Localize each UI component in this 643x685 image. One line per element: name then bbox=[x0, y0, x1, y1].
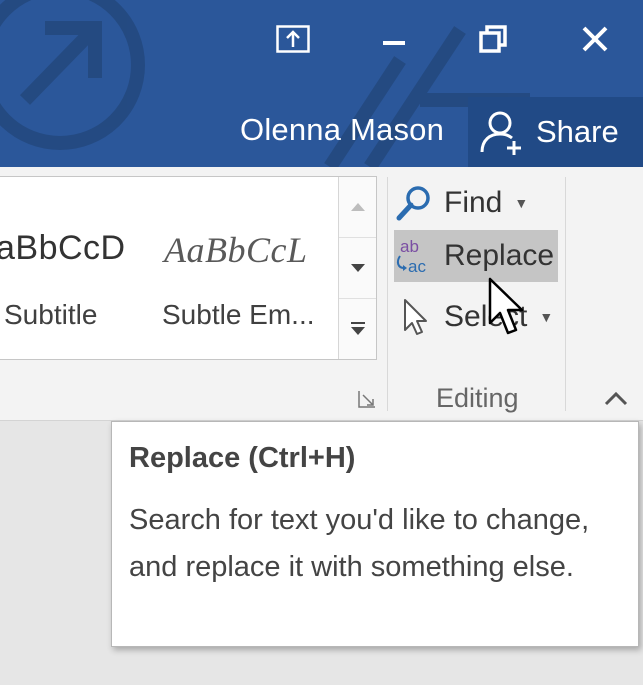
svg-text:ac: ac bbox=[408, 257, 426, 276]
share-button[interactable]: Share bbox=[468, 97, 643, 167]
find-label: Find bbox=[444, 186, 503, 219]
user-name[interactable]: Olenna Mason bbox=[240, 112, 444, 148]
find-magnifier-icon bbox=[394, 183, 434, 223]
replace-label: Replace bbox=[444, 239, 555, 272]
select-pointer-icon bbox=[394, 297, 434, 337]
minimize-icon bbox=[383, 41, 405, 45]
style-preview-subtitle[interactable]: aBbCcD bbox=[0, 229, 126, 268]
gallery-scrollbar bbox=[338, 177, 376, 359]
style-label-subtitle[interactable]: Subtitle bbox=[4, 299, 97, 331]
expand-gallery-icon bbox=[350, 322, 365, 335]
collapse-ribbon-button[interactable] bbox=[602, 386, 630, 410]
chevron-down-icon[interactable]: ▼ bbox=[539, 309, 553, 325]
gallery-more-button[interactable] bbox=[339, 299, 376, 359]
group-separator bbox=[565, 177, 566, 411]
replace-ab-ac-icon: ab ac bbox=[394, 236, 434, 276]
editing-group-label: Editing bbox=[436, 383, 519, 413]
replace-tooltip: Replace (Ctrl+H) Search for text you'd l… bbox=[111, 421, 639, 647]
select-button[interactable]: Select ▼ bbox=[394, 291, 554, 343]
restore-down-icon bbox=[479, 25, 507, 53]
group-separator bbox=[387, 177, 388, 411]
styles-gallery: aBbCcD AaBbCcL Subtitle Subtle Em... bbox=[0, 176, 377, 360]
style-label-subtle-emphasis[interactable]: Subtle Em... bbox=[162, 299, 315, 331]
share-person-icon bbox=[480, 111, 521, 155]
restore-down-button[interactable] bbox=[464, 14, 522, 64]
triangle-down-icon bbox=[350, 264, 365, 272]
gallery-scroll-up-button[interactable] bbox=[339, 177, 376, 238]
dialog-launcher-icon bbox=[358, 391, 375, 408]
gallery-scroll-down-button[interactable] bbox=[339, 238, 376, 299]
ribbon-display-options-button[interactable] bbox=[264, 14, 322, 64]
close-button[interactable] bbox=[566, 14, 624, 64]
tooltip-description: Search for text you'd like to change, an… bbox=[129, 504, 590, 583]
style-preview-subtle-emphasis[interactable]: AaBbCcL bbox=[164, 229, 308, 271]
styles-dialog-launcher[interactable] bbox=[357, 389, 377, 409]
ribbon-home-tab: aBbCcD AaBbCcL Subtitle Subtle Em... Fin… bbox=[0, 167, 643, 421]
title-bar: Olenna Mason Share bbox=[0, 0, 643, 167]
find-button[interactable]: Find ▼ bbox=[394, 177, 544, 229]
replace-button[interactable]: ab ac Replace bbox=[394, 230, 558, 282]
close-icon bbox=[582, 26, 608, 52]
tooltip-title: Replace (Ctrl+H) bbox=[129, 442, 356, 474]
chevron-up-icon bbox=[604, 391, 628, 406]
ribbon-display-options-icon bbox=[276, 25, 310, 53]
minimize-button[interactable] bbox=[365, 14, 423, 64]
select-label: Select bbox=[444, 300, 528, 333]
triangle-up-icon bbox=[350, 203, 365, 211]
svg-text:ab: ab bbox=[400, 237, 419, 256]
chevron-down-icon[interactable]: ▼ bbox=[514, 195, 528, 211]
share-label: Share bbox=[536, 114, 619, 149]
